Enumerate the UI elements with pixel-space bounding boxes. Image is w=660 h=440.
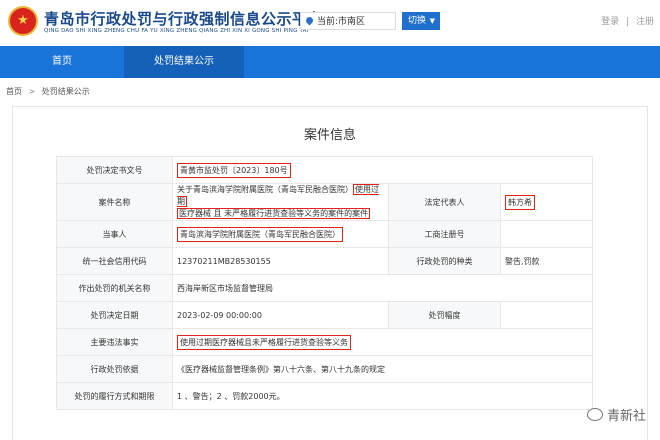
main-nav: 首页 处罚结果公示	[0, 46, 660, 78]
case-name-part-1: 关于青岛滨海学院附属医院（青岛军民融合医院）	[177, 185, 353, 194]
label-penalty-type: 行政处罚的种类	[388, 247, 501, 275]
value-penalty-type: 警告,罚款	[499, 247, 594, 275]
table-row: 当事人 青岛滨海学院附属医院（青岛军民融合医院） 工商注册号	[56, 220, 594, 248]
value-decision-date: 2023-02-09 00:00:00	[172, 301, 389, 329]
label-case-name: 案件名称	[56, 183, 173, 221]
link-separator: |	[626, 17, 630, 27]
label-legal-basis: 行政处罚依据	[56, 355, 173, 383]
login-link[interactable]: 登录	[601, 17, 619, 27]
breadcrumb-separator: >	[28, 87, 36, 96]
table-row: 统一社会信用代码 12370211MB28530155 行政处罚的种类 警告,罚…	[56, 247, 594, 275]
table-row: 处罚的履行方式和期限 1 、警告；2 、罚款2000元。	[56, 382, 594, 410]
label-decision-number: 处罚决定书文号	[56, 156, 173, 184]
label-legal-rep: 法定代表人	[388, 183, 501, 221]
value-decision-number: 青黄市监处罚〔2023〕180号	[171, 156, 594, 184]
label-authority: 作出处罚的机关名称	[56, 274, 173, 302]
location-pin-icon	[304, 15, 315, 26]
site-header: 青岛市行政处罚与行政强制信息公示平台 QING DAO SHI XING ZHE…	[0, 0, 660, 46]
switch-label: 切换	[408, 16, 427, 26]
wechat-icon	[586, 408, 603, 421]
value-legal-rep: 韩方希	[499, 183, 594, 221]
value-authority: 西海岸新区市场监督管理局	[171, 274, 594, 302]
nav-penalty-results[interactable]: 处罚结果公示	[124, 46, 244, 78]
label-fulfillment: 处罚的履行方式和期限	[56, 382, 173, 410]
label-business-reg: 工商注册号	[388, 220, 501, 248]
table-row: 案件名称 关于青岛滨海学院附属医院（青岛军民融合医院） 使用过期 医疗器械 且 未…	[56, 183, 594, 221]
value-fulfillment: 1 、警告；2 、罚款2000元。	[171, 382, 594, 410]
label-main-facts: 主要违法事实	[56, 328, 173, 356]
site-pinyin: QING DAO SHI XING ZHENG CHU FA YU XING Z…	[44, 28, 309, 34]
watermark-text: 青新社	[606, 409, 646, 424]
table-row: 作出处罚的机关名称 西海岸新区市场监督管理局	[56, 274, 594, 302]
highlight-main-facts: 使用过期医疗器械且未严格履行进货查验等义务	[177, 334, 351, 350]
watermark: 青新社	[586, 405, 646, 424]
caret-down-icon: ▼	[429, 17, 435, 25]
breadcrumb: 首页 > 处罚结果公示	[6, 86, 90, 97]
table-row: 处罚决定书文号 青黄市监处罚〔2023〕180号	[56, 156, 594, 184]
value-main-facts: 使用过期医疗器械且未严格履行进货查验等义务	[171, 328, 594, 356]
breadcrumb-current[interactable]: 处罚结果公示	[42, 87, 90, 96]
table-row: 处罚决定日期 2023-02-09 00:00:00 处罚幅度	[56, 301, 594, 329]
label-penalty-range: 处罚幅度	[388, 301, 501, 329]
table-row: 主要违法事实 使用过期医疗器械且未严格履行进货查验等义务	[56, 328, 594, 356]
label-party: 当事人	[56, 220, 173, 248]
region-selector[interactable]: 当前:市南区	[300, 12, 396, 30]
nav-home[interactable]: 首页	[0, 46, 124, 78]
value-legal-basis: 《医疗器械监督管理条例》第八十六条、第八十九条的规定	[171, 355, 594, 383]
case-info-table: 处罚决定书文号 青黄市监处罚〔2023〕180号 案件名称 关于青岛滨海学院附属…	[56, 156, 594, 410]
value-party: 青岛滨海学院附属医院（青岛军民融合医院）	[172, 220, 389, 248]
value-business-reg	[499, 220, 594, 248]
register-link[interactable]: 注册	[636, 17, 654, 27]
value-case-name: 关于青岛滨海学院附属医院（青岛军民融合医院） 使用过期 医疗器械 且 未严格履行进…	[172, 183, 389, 221]
highlight-party: 青岛滨海学院附属医院（青岛军民融合医院）	[177, 226, 343, 242]
label-credit-code: 统一社会信用代码	[56, 247, 173, 275]
highlight-decision-number: 青黄市监处罚〔2023〕180号	[177, 162, 291, 178]
table-row: 行政处罚依据 《医疗器械监督管理条例》第八十六条、第八十九条的规定	[56, 355, 594, 383]
breadcrumb-home[interactable]: 首页	[6, 87, 22, 96]
site-title: 青岛市行政处罚与行政强制信息公示平台	[44, 10, 324, 28]
switch-region-button[interactable]: 切换 ▼	[402, 12, 440, 30]
highlight-legal-rep: 韩方希	[505, 194, 535, 210]
national-emblem-icon	[8, 6, 38, 36]
highlight-case-name-rest: 医疗器械 且 未严格履行进货查验等义务的案件的案件	[177, 208, 371, 219]
label-decision-date: 处罚决定日期	[56, 301, 173, 329]
panel-title: 案件信息	[303, 128, 356, 143]
account-links: 登录 | 注册	[597, 14, 654, 27]
value-penalty-range	[499, 301, 594, 329]
region-label: 当前:市南区	[317, 17, 366, 27]
value-credit-code: 12370211MB28530155	[172, 247, 389, 275]
